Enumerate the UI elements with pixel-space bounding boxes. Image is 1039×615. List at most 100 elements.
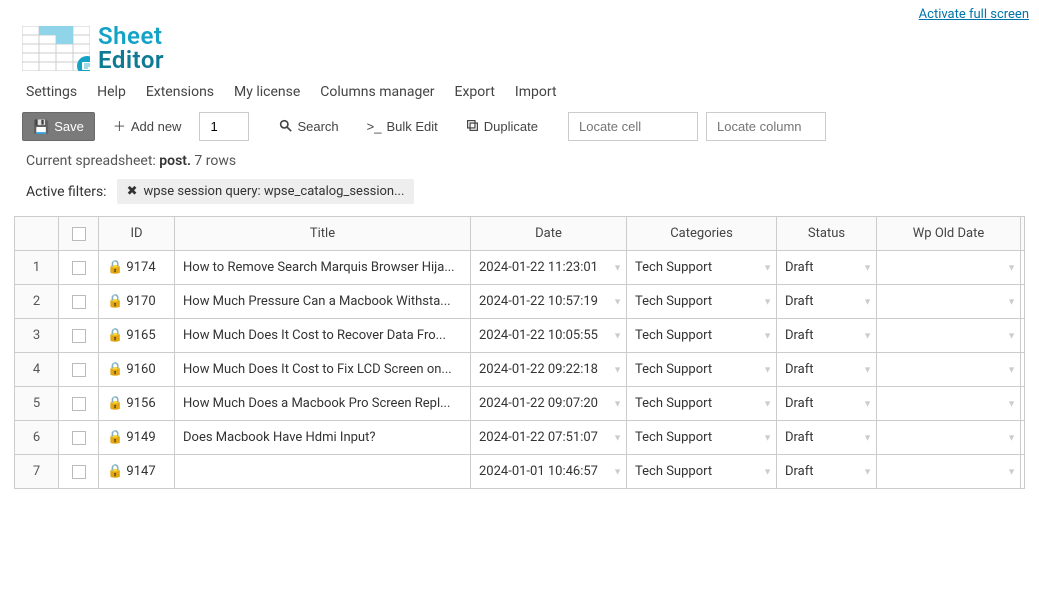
- row-checkbox[interactable]: [59, 353, 99, 387]
- row-number[interactable]: 4: [15, 353, 59, 387]
- cell-extra[interactable]: ▼: [1021, 387, 1025, 421]
- cell-date[interactable]: 2024-01-22 09:07:20▼: [471, 387, 627, 421]
- cell-date[interactable]: 2024-01-22 09:22:18▼: [471, 353, 627, 387]
- cell-status[interactable]: Draft▼: [777, 387, 877, 421]
- header-checkbox[interactable]: [59, 217, 99, 251]
- checkbox-icon: [72, 397, 86, 411]
- header-old-date[interactable]: Wp Old Date: [877, 217, 1021, 251]
- row-checkbox[interactable]: [59, 319, 99, 353]
- save-label: Save: [54, 119, 84, 134]
- row-number[interactable]: 1: [15, 251, 59, 285]
- cell-title[interactable]: [175, 455, 471, 489]
- menu-export[interactable]: Export: [455, 84, 495, 100]
- cell-extra[interactable]: ▼: [1021, 455, 1025, 489]
- cell-old-date[interactable]: ▼: [877, 285, 1021, 319]
- header-rownum: [15, 217, 59, 251]
- add-new-count-input[interactable]: [199, 112, 249, 141]
- cell-categories[interactable]: Tech Support▼: [627, 387, 777, 421]
- header-date[interactable]: Date: [471, 217, 627, 251]
- cell-date[interactable]: 2024-01-22 10:05:55▼: [471, 319, 627, 353]
- cell-old-date[interactable]: ▼: [877, 421, 1021, 455]
- cell-extra[interactable]: ▼: [1021, 251, 1025, 285]
- row-number[interactable]: 7: [15, 455, 59, 489]
- cell-extra[interactable]: ▼: [1021, 285, 1025, 319]
- save-icon: 💾: [33, 120, 49, 133]
- chevron-down-icon: ▼: [1007, 296, 1016, 307]
- cell-old-date[interactable]: ▼: [877, 319, 1021, 353]
- cell-old-date[interactable]: ▼: [877, 353, 1021, 387]
- header-status[interactable]: Status: [777, 217, 877, 251]
- row-checkbox[interactable]: [59, 387, 99, 421]
- filter-chip-label: wpse session query: wpse_catalog_session…: [143, 184, 404, 199]
- cell-title[interactable]: How Much Does a Macbook Pro Screen Repl.…: [175, 387, 471, 421]
- cell-status[interactable]: Draft▼: [777, 421, 877, 455]
- cell-status[interactable]: Draft▼: [777, 353, 877, 387]
- lock-icon: 🔒: [107, 260, 123, 275]
- cell-categories[interactable]: Tech Support▼: [627, 455, 777, 489]
- locate-cell-input[interactable]: [568, 112, 698, 141]
- bulk-edit-button[interactable]: >_ Bulk Edit: [357, 113, 448, 140]
- cell-status[interactable]: Draft▼: [777, 319, 877, 353]
- lock-icon: 🔒: [107, 328, 123, 343]
- menu-import[interactable]: Import: [515, 84, 557, 100]
- menu-help[interactable]: Help: [97, 84, 126, 100]
- search-button[interactable]: Search: [269, 113, 348, 140]
- menu-extensions[interactable]: Extensions: [146, 84, 214, 100]
- cell-extra[interactable]: ▼: [1021, 353, 1025, 387]
- cell-id[interactable]: 🔒 9149: [99, 421, 175, 455]
- cell-categories[interactable]: Tech Support▼: [627, 251, 777, 285]
- chevron-down-icon: ▼: [613, 330, 622, 341]
- cell-title[interactable]: How Much Does It Cost to Fix LCD Screen …: [175, 353, 471, 387]
- row-number[interactable]: 6: [15, 421, 59, 455]
- cell-extra[interactable]: ▼: [1021, 319, 1025, 353]
- row-checkbox[interactable]: [59, 421, 99, 455]
- cell-categories[interactable]: Tech Support▼: [627, 421, 777, 455]
- add-new-button[interactable]: ＋ Add new: [103, 113, 192, 140]
- cell-title[interactable]: How to Remove Search Marquis Browser Hij…: [175, 251, 471, 285]
- menu-columns-manager[interactable]: Columns manager: [320, 84, 434, 100]
- header-categories[interactable]: Categories: [627, 217, 777, 251]
- cell-id[interactable]: 🔒 9147: [99, 455, 175, 489]
- locate-column-input[interactable]: [706, 112, 826, 141]
- table-row: 1 🔒 9174How to Remove Search Marquis Brow…: [15, 251, 1025, 285]
- cell-categories[interactable]: Tech Support▼: [627, 285, 777, 319]
- logo-grid-icon: [22, 26, 90, 71]
- cell-id[interactable]: 🔒 9160: [99, 353, 175, 387]
- cell-title[interactable]: Does Macbook Have Hdmi Input?: [175, 421, 471, 455]
- cell-status[interactable]: Draft▼: [777, 455, 877, 489]
- cell-title[interactable]: How Much Pressure Can a Macbook Withsta.…: [175, 285, 471, 319]
- row-checkbox[interactable]: [59, 251, 99, 285]
- cell-title[interactable]: How Much Does It Cost to Recover Data Fr…: [175, 319, 471, 353]
- menu-license[interactable]: My license: [234, 84, 300, 100]
- cell-id[interactable]: 🔒 9174: [99, 251, 175, 285]
- row-number[interactable]: 2: [15, 285, 59, 319]
- cell-old-date[interactable]: ▼: [877, 251, 1021, 285]
- chevron-down-icon: ▼: [1007, 262, 1016, 273]
- filter-chip[interactable]: ✖ wpse session query: wpse_catalog_sessi…: [117, 179, 415, 204]
- cell-status[interactable]: Draft▼: [777, 285, 877, 319]
- duplicate-button[interactable]: Duplicate: [456, 113, 548, 140]
- row-checkbox[interactable]: [59, 285, 99, 319]
- header-title[interactable]: Title: [175, 217, 471, 251]
- row-number[interactable]: 3: [15, 319, 59, 353]
- cell-categories[interactable]: Tech Support▼: [627, 353, 777, 387]
- cell-id[interactable]: 🔒 9165: [99, 319, 175, 353]
- cell-date[interactable]: 2024-01-22 10:57:19▼: [471, 285, 627, 319]
- cell-id[interactable]: 🔒 9156: [99, 387, 175, 421]
- cell-date[interactable]: 2024-01-01 10:46:57▼: [471, 455, 627, 489]
- cell-extra[interactable]: ▼: [1021, 421, 1025, 455]
- cell-old-date[interactable]: ▼: [877, 455, 1021, 489]
- cell-old-date[interactable]: ▼: [877, 387, 1021, 421]
- cell-date[interactable]: 2024-01-22 11:23:01▼: [471, 251, 627, 285]
- cell-date[interactable]: 2024-01-22 07:51:07▼: [471, 421, 627, 455]
- activate-fullscreen-link[interactable]: Activate full screen: [919, 7, 1029, 22]
- menu-settings[interactable]: Settings: [26, 84, 77, 100]
- row-number[interactable]: 5: [15, 387, 59, 421]
- row-checkbox[interactable]: [59, 455, 99, 489]
- header-id[interactable]: ID: [99, 217, 175, 251]
- cell-id[interactable]: 🔒 9170: [99, 285, 175, 319]
- cell-categories[interactable]: Tech Support▼: [627, 319, 777, 353]
- save-button[interactable]: 💾 Save: [22, 112, 95, 141]
- spreadsheet-table[interactable]: ID Title Date Categories Status Wp Old D…: [14, 216, 1025, 489]
- cell-status[interactable]: Draft▼: [777, 251, 877, 285]
